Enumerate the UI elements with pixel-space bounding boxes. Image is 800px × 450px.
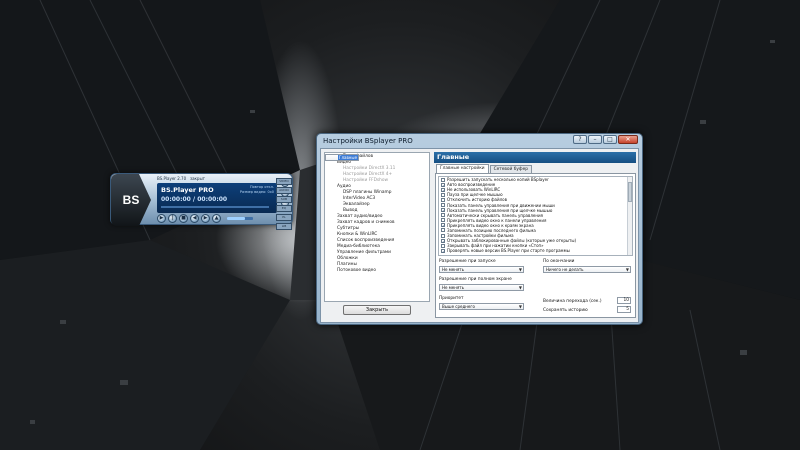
player-info: Повтор откл. Размер видео: 0x0 [239, 185, 274, 194]
player-tab[interactable]: PL [276, 214, 292, 221]
jump-size-input[interactable]: 10 [617, 297, 631, 304]
seek-bar[interactable] [161, 206, 269, 208]
chevron-down-icon: ▼ [518, 285, 522, 290]
close-button[interactable]: Закрыть [343, 305, 411, 315]
tab-content: Разрешить запускать несколько копий BSpl… [435, 173, 636, 318]
option-checkbox[interactable] [441, 233, 445, 238]
on-finish-select[interactable]: Ничего не делать ▼ [543, 266, 631, 273]
tab-general-settings[interactable]: Главные настройки [436, 164, 489, 173]
on-finish-label: По окончании [543, 259, 575, 264]
chevron-down-icon: ▼ [518, 304, 522, 309]
option-row[interactable]: ✓ Проверять новые версии BS.Player при ст… [439, 248, 632, 253]
close-window-button[interactable]: ✕ [618, 135, 638, 144]
option-checkbox[interactable] [441, 203, 445, 208]
tab-network-buffer[interactable]: Сетевой буфер [489, 165, 532, 173]
panel-title: Главные [434, 152, 636, 163]
player-title: BS.Player 2.70 закрыт [157, 176, 205, 181]
history-input[interactable]: 5 [617, 306, 631, 313]
startup-resolution-select[interactable]: Не менять ▼ [439, 266, 524, 273]
window-title: Настройки BSplayer PRO [323, 137, 413, 145]
chevron-down-icon: ▼ [518, 267, 522, 272]
prev-button[interactable]: ◀ [190, 214, 199, 223]
volume-slider[interactable] [227, 217, 253, 220]
player-tab[interactable]: SUB [276, 196, 292, 203]
option-checkbox[interactable]: ✓ [441, 248, 445, 253]
player-tab[interactable]: VIDEO [276, 178, 292, 185]
option-label: Проверять новые версии BS.Player при ста… [447, 248, 570, 254]
player-display: BS.Player PRO 00:00:00 / 00:00:00 Повтор… [157, 183, 277, 213]
option-checkbox[interactable] [441, 192, 445, 197]
history-label: Сохранять историю [543, 308, 588, 313]
option-checkbox[interactable] [441, 213, 445, 218]
options-scrollbar[interactable] [627, 177, 632, 255]
priority-select[interactable]: Выше среднего ▼ [439, 303, 524, 310]
option-checkbox[interactable] [441, 243, 445, 248]
player-tab[interactable]: AUDIO [276, 187, 292, 194]
jump-size-label: Величина перехода (сек.) [543, 299, 602, 304]
player-tab[interactable]: LIB [276, 223, 292, 230]
option-checkbox[interactable] [441, 228, 445, 233]
option-checkbox[interactable]: ✓ [441, 238, 445, 243]
startup-resolution-label: Разрешение при запуске [439, 259, 496, 264]
options-list: Разрешить запускать несколько копий BSpl… [438, 176, 633, 256]
next-button[interactable]: ▶ [201, 214, 210, 223]
chevron-down-icon: ▼ [625, 267, 629, 272]
minimize-button[interactable]: – [588, 135, 602, 144]
play-button[interactable]: ▶ [157, 214, 166, 223]
player-tab[interactable]: EQ [276, 205, 292, 212]
help-button[interactable]: ? [573, 135, 587, 144]
option-checkbox[interactable]: ✓ [441, 208, 445, 213]
bsplayer-logo: BS [111, 174, 151, 226]
priority-label: Приоритет [439, 296, 464, 301]
option-checkbox[interactable]: ✓ [441, 223, 445, 228]
window-controls: ? – □ ✕ [573, 135, 638, 144]
settings-tree[interactable]: ГлавныеТипы файловВидеоНастройки DirectX… [324, 152, 430, 302]
player-controls: ▶ ‖ ■ ◀ ▶ ▲ [157, 214, 253, 223]
settings-window: Настройки BSplayer PRO ? – □ ✕ ГлавныеТи… [316, 133, 643, 325]
maximize-button[interactable]: □ [603, 135, 617, 144]
option-checkbox[interactable]: ✓ [441, 187, 445, 192]
eject-button[interactable]: ▲ [212, 214, 221, 223]
bsplayer-window[interactable]: BS BS.Player 2.70 закрыт BS.Player PRO 0… [110, 173, 293, 226]
tree-item[interactable]: Главные [325, 154, 360, 161]
stop-button[interactable]: ■ [179, 214, 188, 223]
pause-button[interactable]: ‖ [168, 214, 177, 223]
fullscreen-resolution-select[interactable]: Не менять ▼ [439, 284, 524, 291]
option-checkbox[interactable] [441, 197, 445, 202]
tabs: Главные настройки Сетевой буфер [436, 164, 532, 173]
player-time: 00:00:00 / 00:00:00 [161, 196, 228, 203]
tree-item[interactable]: Потоковое видео [325, 268, 429, 274]
window-body: ГлавныеТипы файловВидеоНастройки DirectX… [320, 148, 639, 323]
option-checkbox[interactable] [441, 218, 445, 223]
player-name: BS.Player PRO [161, 186, 214, 194]
option-checkbox[interactable] [441, 177, 445, 182]
option-checkbox[interactable]: ✓ [441, 182, 445, 187]
player-panel-tabs: VIDEO AUDIO SUB EQ PL LIB [276, 178, 292, 230]
fullscreen-resolution-label: Разрешение при полном экране [439, 277, 512, 282]
